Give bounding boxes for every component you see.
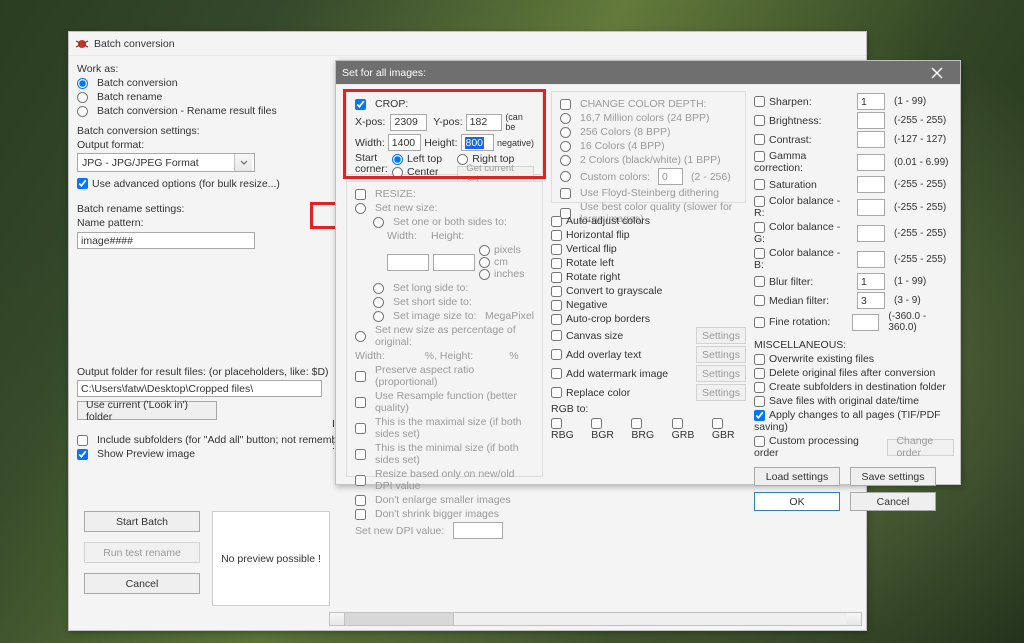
chevron-down-icon — [234, 154, 252, 171]
filter-val-9[interactable]: 3 — [857, 292, 885, 309]
chk-misc-7[interactable]: Auto-crop borders — [551, 313, 650, 325]
get-current-sel-button: Get current sel. — [457, 166, 534, 182]
titlebar-batch[interactable]: Batch conversion — [69, 32, 866, 56]
misc-ops-column: Auto-adjust colors Horizontal flip Vertica… — [551, 213, 746, 443]
scroll-right-icon[interactable] — [847, 613, 861, 625]
chk-misc2-2[interactable]: Create subfolders in destination folder — [754, 381, 946, 393]
crop-width-input[interactable]: 1400 — [388, 134, 421, 151]
chk-misc-8[interactable]: Canvas size — [551, 330, 623, 342]
use-current-folder-button[interactable]: Use current ('Look in') folder — [77, 401, 217, 420]
filter-val-3[interactable] — [857, 154, 885, 171]
resize-group: RESIZE: Set new size: Set one or both si… — [346, 181, 543, 477]
save-settings-button[interactable]: Save settings — [850, 467, 936, 486]
start-batch-button[interactable]: Start Batch — [84, 511, 200, 532]
chk-misc-10[interactable]: Add watermark image — [551, 368, 668, 380]
name-pattern-input[interactable]: image#### — [77, 232, 255, 249]
chk-misc-3[interactable]: Rotate left — [551, 257, 614, 269]
chk-misc2-5[interactable]: Custom processing order — [754, 435, 877, 459]
chk-rgb-RBG[interactable]: RBG — [551, 417, 585, 441]
chk-filter-8[interactable]: Blur filter: — [754, 276, 852, 288]
scroll-left-icon[interactable] — [330, 613, 344, 625]
load-settings-button[interactable]: Load settings — [754, 467, 840, 486]
chk-filter-2[interactable]: Contrast: — [754, 134, 852, 146]
filter-val-2[interactable] — [857, 131, 885, 148]
crop-group: CROP: X-pos: 2309 Y-pos: 182 (can be Wid… — [346, 91, 543, 175]
chk-resize[interactable]: RESIZE: — [355, 188, 534, 200]
ok-button[interactable]: OK — [754, 492, 840, 511]
chk-rgb-BGR[interactable]: BGR — [591, 417, 625, 441]
chk-filter-0[interactable]: Sharpen: — [754, 96, 852, 108]
corner-lt[interactable]: Left top — [392, 153, 453, 165]
dpi-input[interactable] — [453, 522, 503, 539]
output-format-select[interactable]: JPG - JPG/JPEG Format — [77, 153, 255, 172]
chk-misc-6[interactable]: Negative — [551, 299, 607, 311]
cancel-button[interactable]: Cancel — [850, 492, 936, 511]
chk-rgb-BRG[interactable]: BRG — [631, 417, 665, 441]
chk-misc-0[interactable]: Auto-adjust colors — [551, 215, 650, 227]
horizontal-scrollbar[interactable] — [329, 612, 862, 626]
chk-use-advanced[interactable]: Use advanced options (for bulk resize...… — [77, 178, 280, 190]
settings-button-10: Settings — [696, 365, 746, 382]
settings-button-9: Settings — [696, 346, 746, 363]
ccd-group: CHANGE COLOR DEPTH: 16,7 Million colors … — [551, 91, 746, 203]
chk-misc-2[interactable]: Vertical flip — [551, 243, 617, 255]
chk-misc-11[interactable]: Replace color — [551, 387, 630, 399]
filter-val-7[interactable] — [857, 251, 885, 268]
setforall-title: Set for all images: — [342, 67, 426, 79]
chk-misc-1[interactable]: Horizontal flip — [551, 229, 630, 241]
filter-val-5[interactable] — [857, 199, 885, 216]
misc-label: MISCELLANEOUS: — [754, 339, 954, 351]
chk-crop[interactable]: CROP: — [355, 98, 534, 110]
chk-misc2-4[interactable]: Apply changes to all pages (TIF/PDF savi… — [754, 409, 954, 433]
filter-val-4[interactable] — [857, 176, 885, 193]
crop-height-input[interactable]: 800 — [461, 134, 494, 151]
change-order-button: Change order — [887, 439, 954, 456]
titlebar-setforall[interactable]: Set for all images: — [336, 61, 960, 85]
settings-button-11: Settings — [696, 384, 746, 401]
resize-h — [433, 254, 475, 271]
chk-misc-4[interactable]: Rotate right — [551, 271, 620, 283]
set-for-all-window: Set for all images: CROP: X-pos: 2309 Y-… — [335, 60, 961, 485]
chk-ccd[interactable]: CHANGE COLOR DEPTH: — [560, 98, 737, 110]
chk-rgb-GRB[interactable]: GRB — [672, 417, 706, 441]
chk-filter-3[interactable]: Gamma correction: — [754, 150, 852, 174]
run-test-button: Run test rename — [84, 542, 200, 563]
resize-w — [387, 254, 429, 271]
chk-filter-7[interactable]: Color balance - B: — [754, 247, 852, 271]
filter-val-1[interactable] — [857, 112, 885, 129]
chk-filter-10[interactable]: Fine rotation: — [754, 316, 847, 328]
filter-val-6[interactable] — [857, 225, 885, 242]
filter-val-0[interactable]: 1 — [857, 93, 885, 110]
crop-ypos-input[interactable]: 182 — [466, 114, 503, 131]
app-icon — [75, 37, 89, 51]
chk-rgb-GBR[interactable]: GBR — [712, 417, 746, 441]
chk-misc2-3[interactable]: Save files with original date/time — [754, 395, 919, 407]
chk-filter-1[interactable]: Brightness: — [754, 115, 852, 127]
filter-val-10[interactable] — [852, 314, 879, 331]
scroll-thumb[interactable] — [344, 613, 454, 625]
preview-box: No preview possible ! — [212, 511, 330, 606]
chk-misc-9[interactable]: Add overlay text — [551, 349, 641, 361]
chk-filter-4[interactable]: Saturation — [754, 179, 852, 191]
close-icon[interactable] — [920, 61, 954, 85]
settings-button-8: Settings — [696, 327, 746, 344]
r-newsize: Set new size: — [355, 202, 534, 214]
batch-title: Batch conversion — [94, 38, 175, 50]
filter-val-8[interactable]: 1 — [857, 273, 885, 290]
chk-filter-5[interactable]: Color balance - R: — [754, 195, 852, 219]
cancel-batch-button[interactable]: Cancel — [84, 573, 200, 594]
crop-xpos-input[interactable]: 2309 — [390, 114, 427, 131]
chk-misc2-1[interactable]: Delete original files after conversion — [754, 367, 935, 379]
chk-misc2-0[interactable]: Overwrite existing files — [754, 353, 874, 365]
output-folder-input[interactable]: C:\Users\fatw\Desktop\Cropped files\ — [77, 380, 322, 397]
corner-c[interactable]: Center — [392, 166, 453, 182]
filter-column: Sharpen:1(1 - 99)Brightness:(-255 - 255)… — [754, 91, 954, 513]
chk-filter-9[interactable]: Median filter: — [754, 295, 852, 307]
chk-filter-6[interactable]: Color balance - G: — [754, 221, 852, 245]
chk-misc-5[interactable]: Convert to grayscale — [551, 285, 662, 297]
